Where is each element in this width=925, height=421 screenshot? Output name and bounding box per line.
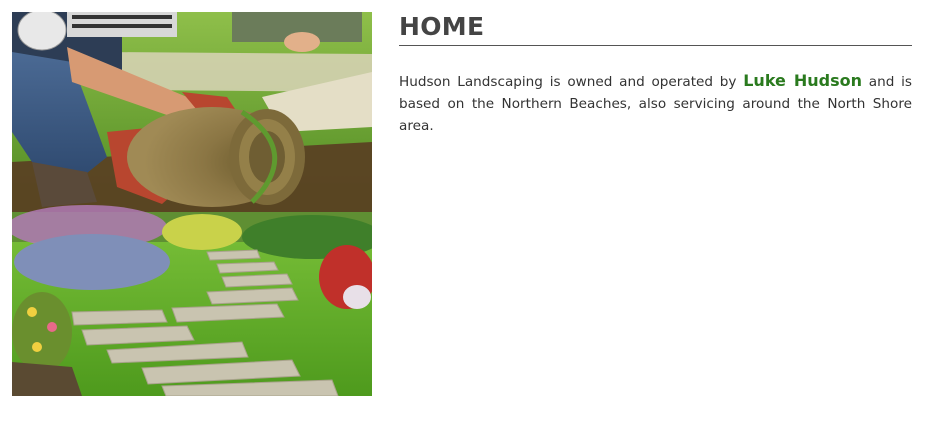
rose-bush — [12, 292, 72, 372]
landscaping-photo — [12, 12, 372, 396]
intro-paragraph: Hudson Landscaping is owned and operated… — [399, 70, 912, 137]
lavender-bush — [14, 234, 170, 290]
knee-pad — [17, 12, 67, 51]
owner-name: Luke Hudson — [743, 71, 863, 90]
intro-text-before: Hudson Landscaping is owned and operated… — [399, 74, 744, 90]
page: HOME Hudson Landscaping is owned and ope… — [0, 0, 925, 421]
flower-bed-yellow — [162, 214, 242, 250]
page-title: HOME — [399, 12, 912, 46]
main-content: HOME Hudson Landscaping is owned and ope… — [399, 12, 912, 137]
